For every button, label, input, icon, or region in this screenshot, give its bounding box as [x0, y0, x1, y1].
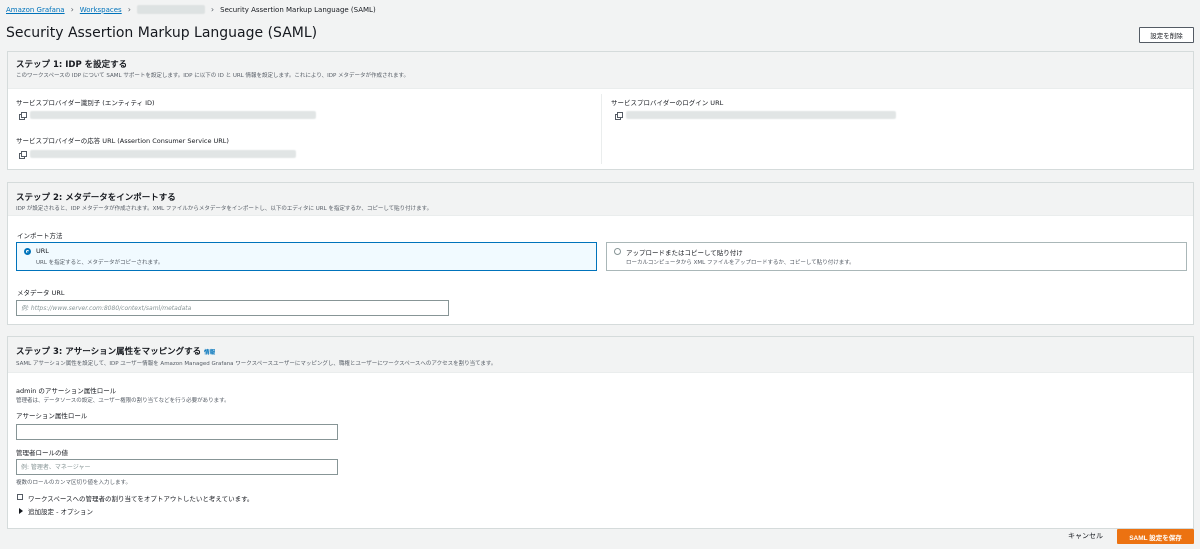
acs-url-label: サービスプロバイダーの応答 URL (Assertion Consumer Se… — [16, 137, 229, 145]
additional-settings-toggle[interactable]: 追加設定 - オプション — [28, 506, 93, 516]
step3-description: SAML アサーション属性を設定して、IDP ユーザー情報を Amazon Ma… — [16, 361, 497, 367]
copy-icon[interactable] — [19, 151, 27, 159]
entity-id-label: サービスプロバイダー識別子 (エンティティ ID) — [16, 99, 155, 107]
radio-unselected-icon[interactable] — [614, 248, 621, 255]
import-option-url[interactable]: URL URL を指定すると、メタデータがコピーされます。 — [16, 242, 597, 271]
step3-card: ステップ 3: アサーション属性をマッピングする 情報 SAML アサーション属性… — [7, 336, 1194, 529]
step1-card: ステップ 1: IDP を設定する このワークスペースの IDP について SA… — [7, 51, 1194, 170]
entity-id-value-redacted — [30, 111, 316, 119]
login-url-label: サービスプロバイダーのログイン URL — [611, 99, 724, 107]
step2-title: ステップ 2: メタデータをインポートする — [16, 193, 176, 203]
cancel-button[interactable]: キャンセル — [1068, 531, 1103, 541]
import-option-upload-desc: ローカルコンピュータから XML ファイルをアップロードするか、コピーして貼り付… — [626, 260, 855, 266]
radio-selected-icon[interactable] — [24, 248, 31, 255]
admin-values-label: 管理者ロールの値 — [16, 449, 68, 457]
chevron-right-icon: › — [210, 5, 215, 14]
breadcrumb-workspace-redacted[interactable] — [136, 5, 205, 14]
assertion-role-input[interactable] — [16, 424, 338, 440]
column-divider — [601, 94, 602, 164]
admin-values-hint: 複数のロールのカンマ区切り値を入力します。 — [16, 480, 131, 486]
breadcrumb-workspaces-link[interactable]: Workspaces — [80, 6, 122, 14]
import-method-label: インポート方法 — [17, 232, 63, 240]
acs-url-value-redacted — [30, 150, 296, 158]
admin-role-description: 管理者は、データソースの設定、ユーザー権限の割り当てなどを行う必要があります。 — [16, 398, 230, 404]
chevron-right-icon: › — [70, 5, 74, 14]
metadata-url-label: メタデータ URL — [17, 289, 65, 297]
metadata-url-input[interactable] — [16, 300, 449, 316]
admin-role-heading: admin のアサーション属性ロール — [16, 387, 117, 395]
opt-out-label: ワークスペースへの管理者の割り当てをオプトアウトしたいと考えています。 — [28, 495, 254, 503]
import-option-upload[interactable]: アップロードまたはコピーして貼り付け ローカルコンピュータから XML ファイル… — [606, 242, 1187, 271]
step3-title: ステップ 3: アサーション属性をマッピングする — [16, 347, 202, 357]
chevron-right-icon: › — [127, 5, 131, 14]
caret-right-icon[interactable] — [19, 508, 23, 514]
import-option-upload-label: アップロードまたはコピーして貼り付け — [626, 249, 743, 257]
assertion-role-label: アサーション属性ロール — [16, 412, 88, 420]
import-option-url-desc: URL を指定すると、メタデータがコピーされます。 — [36, 260, 164, 266]
step2-card: ステップ 2: メタデータをインポートする IDP が設定されると、IDP メタ… — [7, 182, 1194, 325]
step1-title: ステップ 1: IDP を設定する — [16, 60, 128, 70]
step1-description: このワークスペースの IDP について SAML サポートを設定します。IDP … — [16, 73, 409, 79]
step3-info-link[interactable]: 情報 — [204, 350, 215, 356]
admin-values-input[interactable] — [16, 459, 338, 475]
login-url-value-redacted — [626, 111, 896, 119]
breadcrumb-current: Security Assertion Markup Language (SAML… — [220, 5, 376, 14]
copy-icon[interactable] — [615, 112, 623, 120]
copy-icon[interactable] — [19, 112, 27, 120]
import-option-url-label: URL — [36, 247, 49, 255]
delete-settings-button[interactable]: 設定を削除 — [1139, 27, 1194, 43]
step2-description: IDP が設定されると、IDP メタデータが作成されます。XML ファイルからメ… — [16, 206, 433, 212]
breadcrumb: Amazon Grafana › Workspaces › › Security… — [6, 5, 376, 14]
breadcrumb-amazon-grafana-link[interactable]: Amazon Grafana — [6, 6, 65, 14]
save-saml-button[interactable]: SAML 設定を保存 — [1117, 529, 1194, 544]
step3-title-row: ステップ 3: アサーション属性をマッピングする 情報 — [16, 345, 215, 357]
opt-out-checkbox[interactable] — [17, 494, 23, 500]
page-title: Security Assertion Markup Language (SAML… — [6, 25, 318, 41]
